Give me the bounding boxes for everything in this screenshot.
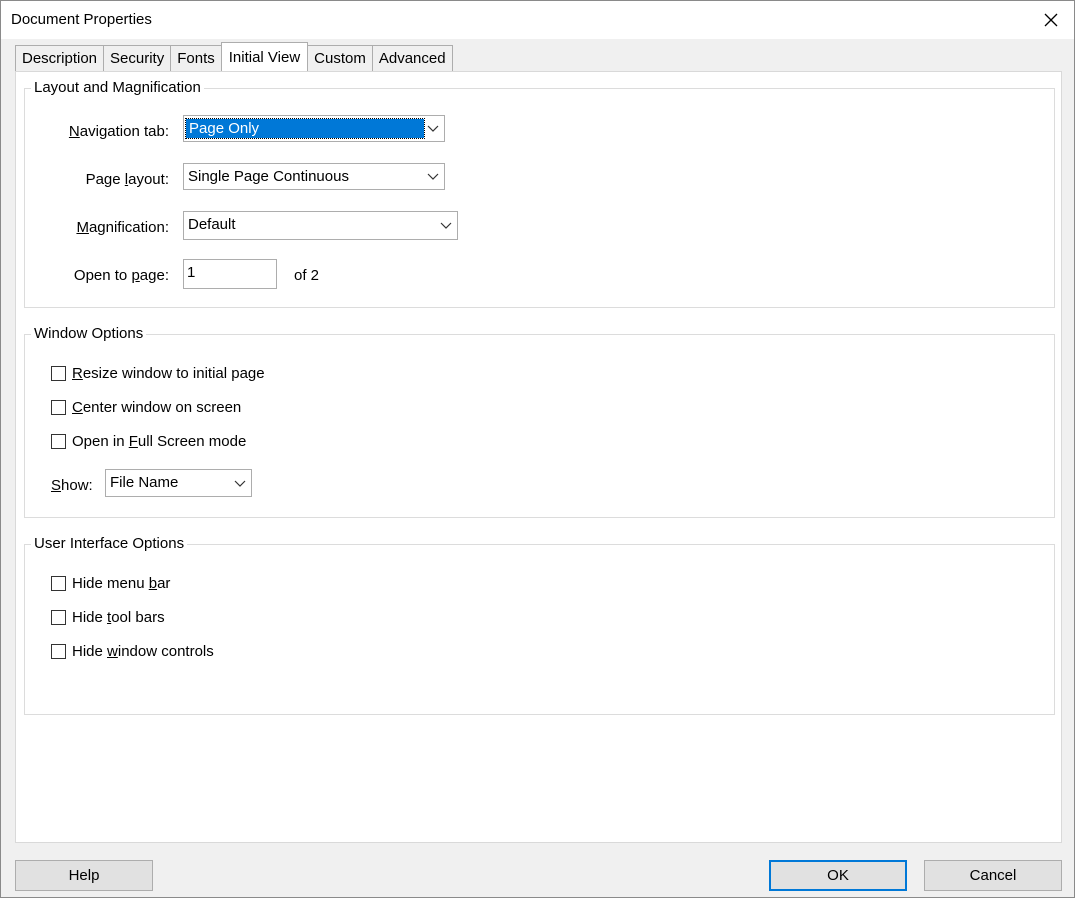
navigation-tab-select[interactable]: Page Only (183, 115, 445, 142)
hide-tool-bars-checkbox[interactable]: Hide tool bars (51, 609, 165, 626)
page-layout-label: Page layout: (85, 171, 169, 188)
group-title: User Interface Options (31, 535, 188, 552)
title-bar: Document Properties (1, 1, 1074, 39)
show-value: File Name (110, 474, 179, 491)
checkbox-box[interactable] (51, 610, 66, 625)
cancel-button[interactable]: Cancel (924, 860, 1062, 891)
help-button[interactable]: Help (15, 860, 153, 891)
button-label: Help (68, 867, 100, 884)
tab-label: Description (22, 50, 98, 67)
center-window-checkbox[interactable]: Center window on screen (51, 399, 241, 416)
chevron-down-icon (427, 125, 439, 132)
checkbox-box[interactable] (51, 366, 66, 381)
hide-window-controls-checkbox[interactable]: Hide window controls (51, 643, 214, 660)
page-layout-value: Single Page Continuous (188, 168, 349, 185)
tab-fonts[interactable]: Fonts (170, 45, 222, 71)
tab-label: Security (110, 50, 165, 67)
chevron-down-icon (427, 173, 439, 180)
resize-window-checkbox[interactable]: Resize window to initial page (51, 365, 265, 382)
tab-label: Custom (314, 50, 366, 67)
tab-advanced[interactable]: Advanced (371, 45, 453, 71)
chevron-down-icon (234, 480, 246, 487)
group-title: Window Options (31, 325, 147, 342)
chevron-down-icon (440, 222, 452, 229)
close-icon (1044, 13, 1058, 27)
checkbox-label: Hide tool bars (72, 609, 165, 626)
magnification-label: Magnification: (76, 219, 169, 236)
full-screen-checkbox[interactable]: Open in Full Screen mode (51, 433, 246, 450)
close-button[interactable] (1038, 7, 1064, 33)
checkbox-box[interactable] (51, 434, 66, 449)
document-properties-dialog: Document Properties Description Security… (0, 0, 1075, 898)
show-label: Show: (51, 477, 93, 494)
navigation-tab-label: Navigation tab: (68, 123, 169, 140)
magnification-value: Default (188, 216, 236, 233)
hide-menu-bar-checkbox[interactable]: Hide menu bar (51, 575, 170, 592)
tab-strip: Description Security Fonts Initial View … (15, 42, 453, 71)
checkbox-box[interactable] (51, 644, 66, 659)
window-options-group: Window Options Resize window to initial … (24, 325, 1055, 518)
tab-label: Fonts (177, 50, 215, 67)
tab-label: Advanced (378, 50, 446, 67)
magnification-select[interactable]: Default (183, 211, 458, 240)
checkbox-label: Hide window controls (72, 643, 214, 660)
show-select[interactable]: File Name (105, 469, 252, 497)
tab-initial-view[interactable]: Initial View (220, 42, 309, 71)
open-to-page-label: Open to page: (73, 267, 169, 284)
page-layout-select[interactable]: Single Page Continuous (183, 163, 445, 190)
checkbox-label: Hide menu bar (72, 575, 171, 592)
open-to-page-value: 1 (187, 264, 196, 281)
group-title: Layout and Magnification (31, 79, 204, 96)
checkbox-label: Resize window to initial page (72, 365, 265, 382)
checkbox-box[interactable] (51, 400, 66, 415)
user-interface-options-group: User Interface Options Hide menu bar Hid… (24, 535, 1055, 715)
open-to-page-input[interactable]: 1 (183, 259, 277, 289)
tab-custom[interactable]: Custom (307, 45, 373, 71)
navigation-tab-value: Page Only (185, 118, 425, 139)
dialog-title: Document Properties (11, 11, 152, 28)
checkbox-box[interactable] (51, 576, 66, 591)
button-label: Cancel (969, 867, 1017, 884)
layout-magnification-group: Layout and Magnification Navigation tab:… (24, 79, 1055, 308)
tab-description[interactable]: Description (15, 45, 105, 71)
checkbox-label: Center window on screen (72, 399, 242, 416)
page-count-text: of 2 (294, 267, 320, 284)
button-label: OK (827, 867, 849, 884)
ok-button[interactable]: OK (769, 860, 907, 891)
initial-view-panel: Layout and Magnification Navigation tab:… (15, 71, 1062, 843)
checkbox-label: Open in Full Screen mode (72, 433, 247, 450)
tab-security[interactable]: Security (103, 45, 172, 71)
tab-label: Initial View (228, 48, 301, 66)
